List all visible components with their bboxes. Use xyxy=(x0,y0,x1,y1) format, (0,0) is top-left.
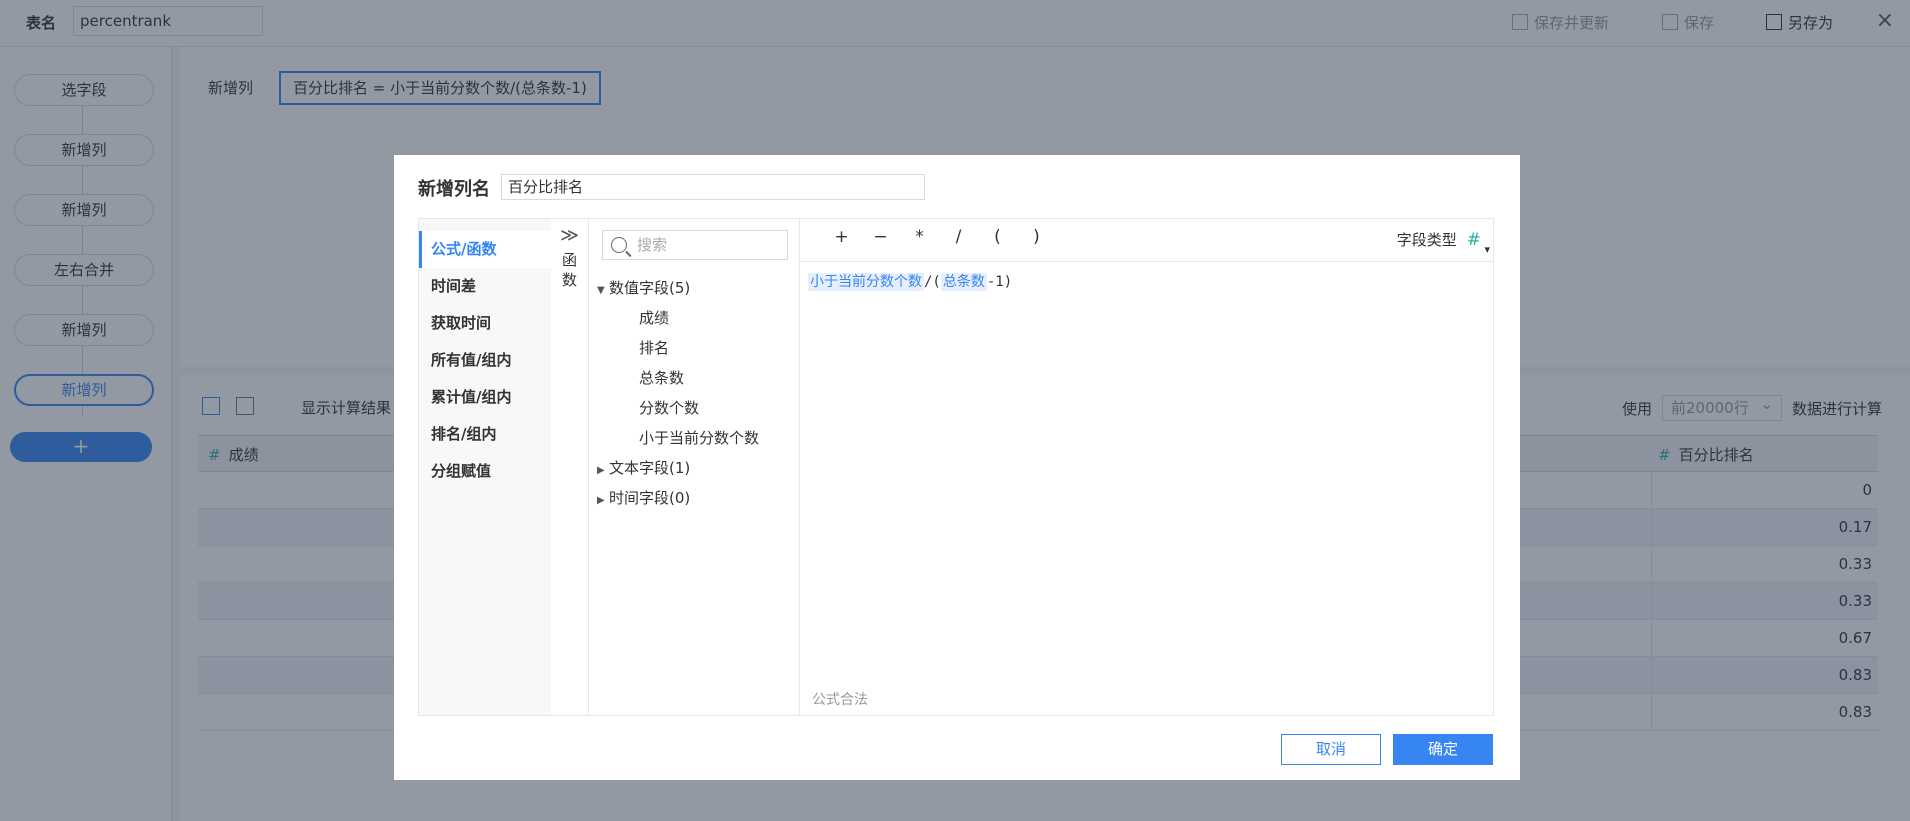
column-name-input[interactable]: 百分比排名 xyxy=(501,174,925,200)
tree-group-time[interactable]: ▶ 时间字段(0) xyxy=(589,483,800,513)
cancel-button[interactable]: 取消 xyxy=(1281,734,1381,765)
search-placeholder: 搜索 xyxy=(637,236,668,254)
confirm-button[interactable]: 确定 xyxy=(1393,734,1493,765)
operator-open-paren-button[interactable]: ( xyxy=(978,227,1017,247)
operator-multiply-button[interactable]: * xyxy=(900,227,939,247)
field-type-label: 字段类型 xyxy=(1396,231,1457,249)
operator-plus-button[interactable]: + xyxy=(822,227,861,247)
formula-expression-input[interactable]: 小于当前分数个数/(总条数 -1) xyxy=(808,271,1012,291)
function-label: 函数 xyxy=(561,251,577,289)
category-time-diff[interactable]: 时间差 xyxy=(419,268,551,305)
field-item-rank[interactable]: 排名 xyxy=(589,333,800,363)
field-item-score-count[interactable]: 分数个数 xyxy=(589,393,800,423)
tree-group-numeric-label: 数值字段(5) xyxy=(609,279,691,297)
expr-operator: /( xyxy=(924,274,941,290)
field-panel: 搜索 ▼ 数值字段(5) 成绩 排名 总条数 分数个数 小于当前分数个数 ▶ 文本字… xyxy=(589,219,800,715)
operator-minus-button[interactable]: − xyxy=(861,227,900,247)
tree-group-text-label: 文本字段(1) xyxy=(609,459,691,477)
function-toggle-panel[interactable]: ≫ 函数 xyxy=(551,219,589,715)
operator-divide-button[interactable]: / xyxy=(939,227,978,247)
number-type-icon[interactable]: # xyxy=(1467,230,1491,256)
dialog-title: 新增列名 xyxy=(418,179,490,200)
caret-right-icon: ▶ xyxy=(597,465,605,476)
category-all-values-group[interactable]: 所有值/组内 xyxy=(419,342,551,379)
operator-close-paren-button[interactable]: ) xyxy=(1017,227,1056,247)
category-formula-function[interactable]: 公式/函数 xyxy=(419,231,551,268)
dialog-body: 公式/函数 时间差 获取时间 所有值/组内 累计值/组内 排名/组内 分组赋值 … xyxy=(418,218,1494,716)
caret-right-icon: ▶ xyxy=(597,495,605,506)
category-group-assign[interactable]: 分组赋值 xyxy=(419,453,551,490)
field-item-total-count[interactable]: 总条数 xyxy=(589,363,800,393)
formula-valid-status: 公式合法 xyxy=(812,692,868,708)
field-item-score[interactable]: 成绩 xyxy=(589,303,800,333)
category-get-time[interactable]: 获取时间 xyxy=(419,305,551,342)
add-column-dialog: 新增列名 百分比排名 公式/函数 时间差 获取时间 所有值/组内 累计值/组内 … xyxy=(394,155,1520,780)
expr-field-token[interactable]: 小于当前分数个数 xyxy=(808,273,924,291)
double-chevron-right-icon[interactable]: ≫ xyxy=(551,225,588,246)
tree-group-text[interactable]: ▶ 文本字段(1) xyxy=(589,453,800,483)
expr-operator: -1) xyxy=(986,274,1013,290)
tree-group-time-label: 时间字段(0) xyxy=(609,489,691,507)
field-type-selector[interactable]: 字段类型 # xyxy=(1396,229,1491,256)
category-rank-group[interactable]: 排名/组内 xyxy=(419,416,551,453)
field-item-less-than-count[interactable]: 小于当前分数个数 xyxy=(589,423,800,453)
expr-field-token[interactable]: 总条数 xyxy=(940,273,987,291)
field-search-input[interactable]: 搜索 xyxy=(602,230,788,260)
operator-bar: + − * / ( ) xyxy=(822,227,1056,247)
field-tree: ▼ 数值字段(5) 成绩 排名 总条数 分数个数 小于当前分数个数 ▶ 文本字段(1… xyxy=(589,273,800,513)
category-cumulative-group[interactable]: 累计值/组内 xyxy=(419,379,551,416)
caret-down-icon: ▼ xyxy=(597,285,605,296)
editor-divider xyxy=(800,261,1493,262)
formula-editor: + − * / ( ) 字段类型 # 小于当前分数个数/(总条数-1) 公式合法 xyxy=(800,219,1493,715)
tree-group-numeric[interactable]: ▼ 数值字段(5) xyxy=(589,273,800,303)
category-panel: 公式/函数 时间差 获取时间 所有值/组内 累计值/组内 排名/组内 分组赋值 xyxy=(419,219,551,715)
search-icon xyxy=(611,237,627,253)
